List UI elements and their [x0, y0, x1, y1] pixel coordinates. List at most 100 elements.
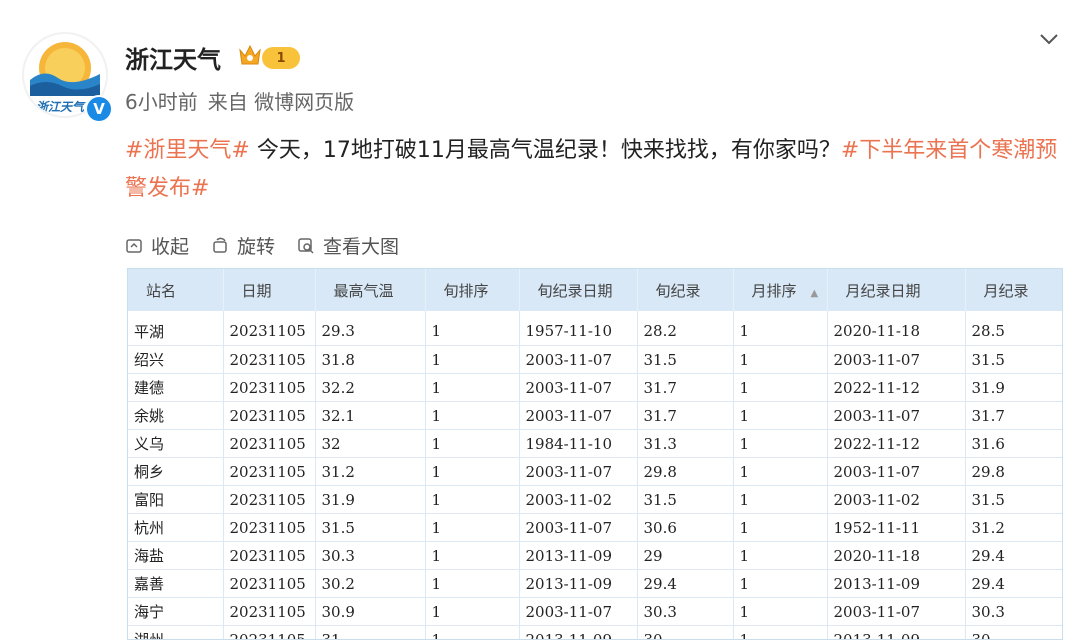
avatar-label: 浙江天气	[36, 100, 85, 114]
table-cell: 20231105	[223, 373, 316, 402]
table-cell: 28.2	[637, 311, 734, 346]
rotate-label: 旋转	[237, 236, 276, 258]
table-row: 海盐 20231105 30.3 1 2013-11-09 29 1 2020-11-18 29…	[128, 541, 1062, 570]
table-cell: 20231105	[223, 345, 316, 374]
table-cell: 20231105	[223, 457, 316, 486]
level-badge: 1	[262, 47, 300, 69]
column-header: 旬纪录	[637, 269, 734, 311]
column-header-label: 月排序	[751, 281, 797, 300]
table-cell: 2013-11-09	[519, 625, 638, 639]
table-row: 余姚 20231105 32.1 1 2003-11-07 31.7 1 2003-11-07…	[128, 401, 1062, 430]
table-cell: 31.3	[637, 429, 734, 458]
table-cell: 平湖	[128, 311, 224, 346]
table-cell: 31.7	[637, 373, 734, 402]
table-cell: 30.6	[637, 513, 734, 542]
table-cell: 2013-11-09	[827, 569, 966, 598]
table-cell: 2003-11-02	[519, 485, 638, 514]
table-cell: 1	[733, 311, 828, 346]
table-cell: 2020-11-18	[827, 311, 966, 346]
table-cell: 余姚	[128, 401, 224, 430]
table-cell: 1	[425, 597, 520, 626]
table-cell: 海宁	[128, 597, 224, 626]
table-cell: 1	[733, 345, 828, 374]
table-cell: 绍兴	[128, 345, 224, 374]
table-cell: 29.8	[965, 457, 1062, 486]
table-cell: 20231105	[223, 541, 316, 570]
column-header: 旬排序	[425, 269, 520, 311]
post-text: #浙里天气# 今天，17地打破11月最高气温纪录！快来找找，有你家吗？#下半年来…	[125, 132, 1065, 208]
table-body: 平湖 20231105 29.3 1 1957-11-10 28.2 1 2020-11-18…	[128, 311, 1062, 639]
table-row: 建德 20231105 32.2 1 2003-11-07 31.7 1 2022-11-12…	[128, 373, 1062, 402]
table-cell: 20231105	[223, 429, 316, 458]
table-cell: 31.7	[965, 401, 1062, 430]
table-cell: 31.5	[315, 513, 426, 542]
table-cell: 2003-11-07	[827, 457, 966, 486]
table-cell: 富阳	[128, 485, 224, 514]
table-cell: 2013-11-09	[519, 569, 638, 598]
rotate-icon	[213, 237, 227, 253]
table-cell: 1	[425, 345, 520, 374]
record-table: 站名 日期 最高气温 旬排序 旬纪录日期 旬纪录 月排序 ▲ 月纪录日期 月纪录 …	[128, 269, 1062, 639]
table-header-row: 站名 日期 最高气温 旬排序 旬纪录日期 旬纪录 月排序 ▲ 月纪录日期 月纪录	[128, 269, 1062, 311]
table-row: 湖州 20231105 31 1 2013-11-09 30 1 2013-11-09 30	[128, 625, 1062, 639]
table-cell: 杭州	[128, 513, 224, 542]
table-cell: 2003-11-07	[519, 513, 638, 542]
table-cell: 1	[733, 513, 828, 542]
table-cell: 31.9	[965, 373, 1062, 402]
table-cell: 30.2	[315, 569, 426, 598]
table-cell: 1	[425, 513, 520, 542]
crown-icon	[239, 44, 261, 65]
table-cell: 20231105	[223, 513, 316, 542]
table-cell: 嘉善	[128, 569, 224, 598]
table-cell: 20231105	[223, 401, 316, 430]
table-cell: 1984-11-10	[519, 429, 638, 458]
chevron-down-icon[interactable]	[1038, 28, 1060, 50]
table-cell: 1	[733, 569, 828, 598]
table-cell: 2003-11-07	[827, 401, 966, 430]
hashtag-link[interactable]: #浙里天气#	[125, 138, 250, 163]
table-cell: 1	[733, 401, 828, 430]
table-cell: 29.3	[315, 311, 426, 346]
column-header: 日期	[223, 269, 316, 311]
table-cell: 2003-11-07	[519, 345, 638, 374]
table-cell: 2013-11-09	[519, 541, 638, 570]
sort-icon: ▲	[810, 287, 819, 299]
table-cell: 30.3	[637, 597, 734, 626]
rotate-button[interactable]: 旋转	[211, 232, 275, 259]
table-cell: 2003-11-07	[827, 345, 966, 374]
view-large-icon	[298, 237, 314, 254]
table-cell: 义乌	[128, 429, 224, 458]
table-cell: 1	[425, 429, 520, 458]
table-cell: 桐乡	[128, 457, 224, 486]
record-table-image[interactable]: 站名 日期 最高气温 旬排序 旬纪录日期 旬纪录 月排序 ▲ 月纪录日期 月纪录 …	[127, 268, 1063, 640]
table-cell: 1957-11-10	[519, 311, 638, 346]
collapse-button[interactable]: 收起	[125, 232, 189, 259]
table-cell: 31.5	[637, 485, 734, 514]
view-large-label: 查看大图	[323, 236, 400, 258]
column-header: 站名	[128, 269, 224, 311]
table-row: 杭州 20231105 31.5 1 2003-11-07 30.6 1 1952-11-11…	[128, 513, 1062, 542]
table-cell: 20231105	[223, 485, 316, 514]
table-row: 富阳 20231105 31.9 1 2003-11-02 31.5 1 2003-11-02…	[128, 485, 1062, 514]
table-cell: 20231105	[223, 625, 316, 639]
table-row: 海宁 20231105 30.9 1 2003-11-07 30.3 1 2003-11-07…	[128, 597, 1062, 626]
table-cell: 31.5	[965, 345, 1062, 374]
table-cell: 31.6	[965, 429, 1062, 458]
post-source: 来自 微博网页版	[207, 90, 355, 114]
table-cell: 29	[637, 541, 734, 570]
table-cell: 1	[733, 373, 828, 402]
table-cell: 2003-11-07	[519, 457, 638, 486]
view-large-button[interactable]: 查看大图	[297, 232, 399, 259]
table-row: 嘉善 20231105 30.2 1 2013-11-09 29.4 1 2013-11-09…	[128, 569, 1062, 598]
table-cell: 1	[425, 401, 520, 430]
table-cell: 29.4	[637, 569, 734, 598]
table-cell: 1	[425, 311, 520, 346]
table-cell: 2003-11-02	[827, 485, 966, 514]
table-cell: 湖州	[128, 625, 224, 639]
table-cell: 30.9	[315, 597, 426, 626]
collapse-label: 收起	[151, 236, 190, 258]
table-cell: 1	[425, 457, 520, 486]
account-name[interactable]: 浙江天气	[125, 40, 221, 75]
table-cell: 1	[733, 597, 828, 626]
post-time[interactable]: 6小时前	[125, 90, 198, 114]
